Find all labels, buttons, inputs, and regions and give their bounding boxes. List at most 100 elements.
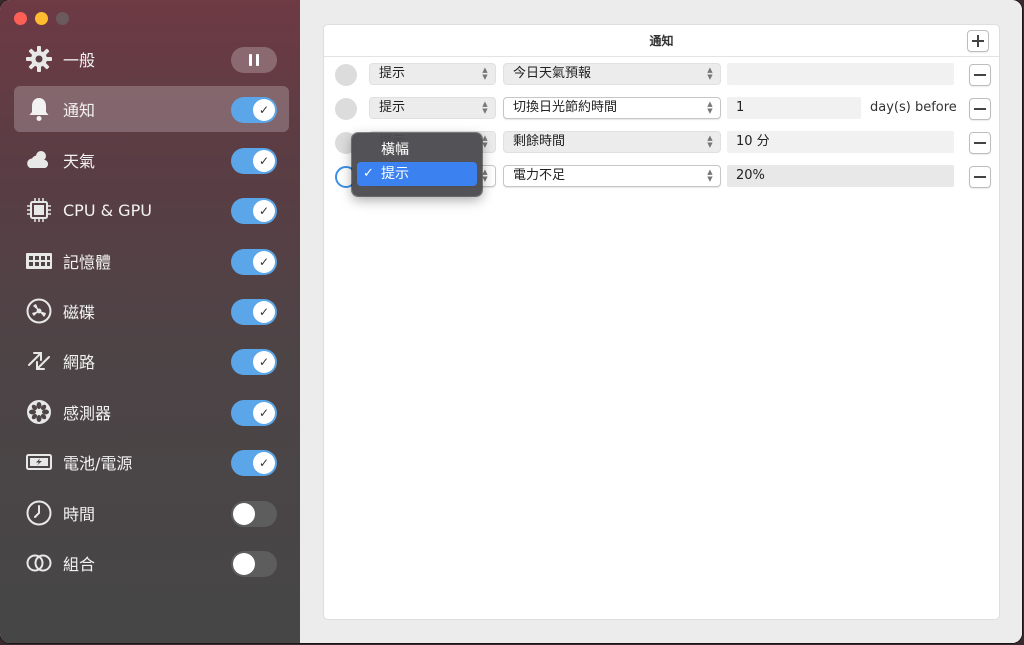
panel-header: 通知	[324, 25, 999, 57]
chevron-updown-icon: ▲ ▼	[707, 168, 713, 183]
checkmark-icon: ✓	[253, 452, 275, 475]
sidebar-item-sensors[interactable]: 感測器 ✓	[14, 389, 289, 435]
notifications-toggle[interactable]: ✓	[231, 97, 277, 124]
sidebar-item-label: 網路	[63, 353, 96, 373]
memory-toggle[interactable]: ✓	[231, 248, 277, 275]
remove-row-button[interactable]	[969, 166, 991, 188]
row-radio[interactable]	[335, 64, 357, 86]
pause-button[interactable]	[231, 47, 277, 73]
menu-item-banner[interactable]: 橫幅	[357, 138, 477, 162]
sidebar-item-battery[interactable]: 電池/電源 ✓	[14, 439, 289, 485]
battery-toggle[interactable]: ✓	[231, 450, 277, 477]
clock-icon	[24, 498, 54, 528]
network-arrows-icon	[24, 346, 54, 376]
chevron-updown-icon: ▲ ▼	[707, 100, 713, 115]
network-toggle[interactable]: ✓	[231, 349, 277, 376]
disk-icon	[24, 296, 54, 326]
zoom-window-button[interactable]	[56, 12, 69, 25]
gear-icon	[24, 44, 54, 74]
checkmark-icon: ✓	[253, 200, 275, 223]
cloud-sun-icon	[24, 145, 54, 175]
notification-row: 提示 ▲ ▼ 切換日光節約時間 ▲ ▼ 1 day(s) before	[324, 97, 1001, 121]
value-field[interactable]: 20%	[727, 165, 954, 187]
bell-icon	[24, 94, 54, 124]
sidebar-item-label: 記憶體	[63, 252, 112, 272]
trigger-select[interactable]: 剩餘時間 ▲ ▼	[503, 131, 721, 153]
add-notification-button[interactable]	[967, 30, 989, 52]
sidebar-item-disk[interactable]: 磁碟 ✓	[14, 288, 289, 334]
combined-toggle[interactable]	[231, 550, 277, 577]
minimize-window-button[interactable]	[35, 12, 48, 25]
chevron-updown-icon: ▲ ▼	[707, 66, 713, 81]
remove-row-button[interactable]	[969, 64, 991, 86]
sidebar-item-label: 感測器	[63, 403, 112, 423]
minus-icon	[974, 108, 986, 110]
chevron-updown-icon: ▲ ▼	[482, 168, 488, 183]
sidebar-item-combined[interactable]: 組合	[14, 540, 289, 586]
sidebar-item-label: 時間	[63, 504, 96, 524]
value-field[interactable]	[727, 63, 954, 85]
trigger-select-value: 剩餘時間	[513, 134, 566, 149]
sidebar-item-cpu-gpu[interactable]: CPU & GPU ✓	[14, 187, 289, 233]
type-select[interactable]: 提示 ▲▼	[369, 97, 496, 119]
sidebar-item-label: 組合	[63, 554, 96, 574]
value-suffix: day(s) before	[870, 100, 957, 115]
value-field[interactable]: 1	[727, 97, 861, 119]
sidebar-item-label: 電池/電源	[63, 454, 133, 474]
notification-row: 提示 ▲ ▼ 今日天氣預報 ▲ ▼	[324, 63, 1001, 87]
memory-icon	[24, 246, 54, 276]
time-toggle[interactable]	[231, 500, 277, 527]
sidebar-item-memory[interactable]: 記憶體 ✓	[14, 238, 289, 284]
sidebar-item-general[interactable]: 一般	[14, 36, 289, 82]
chip-icon	[24, 195, 54, 225]
weather-toggle[interactable]: ✓	[231, 147, 277, 174]
cpu-gpu-toggle[interactable]: ✓	[231, 198, 277, 225]
sidebar-item-label: 通知	[63, 101, 96, 121]
menu-item-alert[interactable]: ✓ 提示	[357, 162, 477, 186]
minus-icon	[974, 176, 986, 178]
trigger-select-value: 今日天氣預報	[513, 66, 592, 81]
sensors-toggle[interactable]: ✓	[231, 399, 277, 426]
checkmark-icon: ✓	[363, 166, 374, 181]
remove-row-button[interactable]	[969, 132, 991, 154]
checkmark-icon: ✓	[253, 250, 275, 273]
sidebar-item-weather[interactable]: 天氣 ✓	[14, 137, 289, 183]
sidebar: 一般 通知 ✓ 天氣 ✓ CPU & GPU ✓ 記憶體 ✓ 磁碟 ✓ 網路 ✓…	[0, 0, 300, 643]
checkmark-icon: ✓	[253, 351, 275, 374]
type-select[interactable]: 提示 ▲▼	[369, 63, 496, 85]
type-select-value: 提示	[379, 66, 406, 81]
row-radio[interactable]	[335, 98, 357, 120]
type-select-value: 提示	[379, 100, 406, 115]
chevron-updown-icon: ▲ ▼	[482, 134, 488, 149]
sidebar-item-label: 天氣	[63, 151, 96, 171]
trigger-select[interactable]: 電力不足 ▲ ▼	[503, 165, 721, 187]
combine-rings-icon	[24, 548, 54, 578]
disk-toggle[interactable]: ✓	[231, 298, 277, 325]
minus-icon	[974, 142, 986, 144]
type-dropdown-menu: 橫幅 ✓ 提示	[352, 133, 482, 196]
plus-icon	[972, 35, 984, 47]
app-window: 一般 通知 ✓ 天氣 ✓ CPU & GPU ✓ 記憶體 ✓ 磁碟 ✓ 網路 ✓…	[0, 0, 1022, 643]
chevron-updown-icon: ▲ ▼	[707, 134, 713, 149]
chevron-updown-icon: ▲ ▼	[482, 100, 488, 115]
chevron-updown-icon: ▲ ▼	[482, 66, 488, 81]
window-controls	[14, 12, 69, 25]
checkmark-icon: ✓	[253, 149, 275, 172]
remove-row-button[interactable]	[969, 98, 991, 120]
sidebar-item-time[interactable]: 時間	[14, 490, 289, 536]
trigger-select-value: 切換日光節約時間	[513, 100, 618, 115]
notifications-panel: 通知 提示 ▲ ▼ 今日天氣預報 ▲ ▼ 提示 ▲ ▼ 切換日光節約時間 ▲ ▼…	[323, 24, 1000, 620]
sidebar-item-network[interactable]: 網路 ✓	[14, 338, 289, 384]
checkmark-icon: ✓	[253, 99, 275, 122]
trigger-select[interactable]: 切換日光節約時間 ▲ ▼	[503, 97, 721, 119]
sidebar-item-notifications[interactable]: 通知 ✓	[14, 86, 289, 133]
panel-title: 通知	[649, 34, 674, 48]
close-window-button[interactable]	[14, 12, 27, 25]
minus-icon	[974, 74, 986, 76]
value-field[interactable]: 10 分	[727, 131, 954, 153]
trigger-select[interactable]: 今日天氣預報 ▲ ▼	[503, 63, 721, 85]
sidebar-item-label: CPU & GPU	[63, 200, 152, 220]
menu-item-label: 橫幅	[381, 142, 409, 158]
battery-icon	[24, 447, 54, 477]
sidebar-item-label: 一般	[63, 51, 96, 70]
